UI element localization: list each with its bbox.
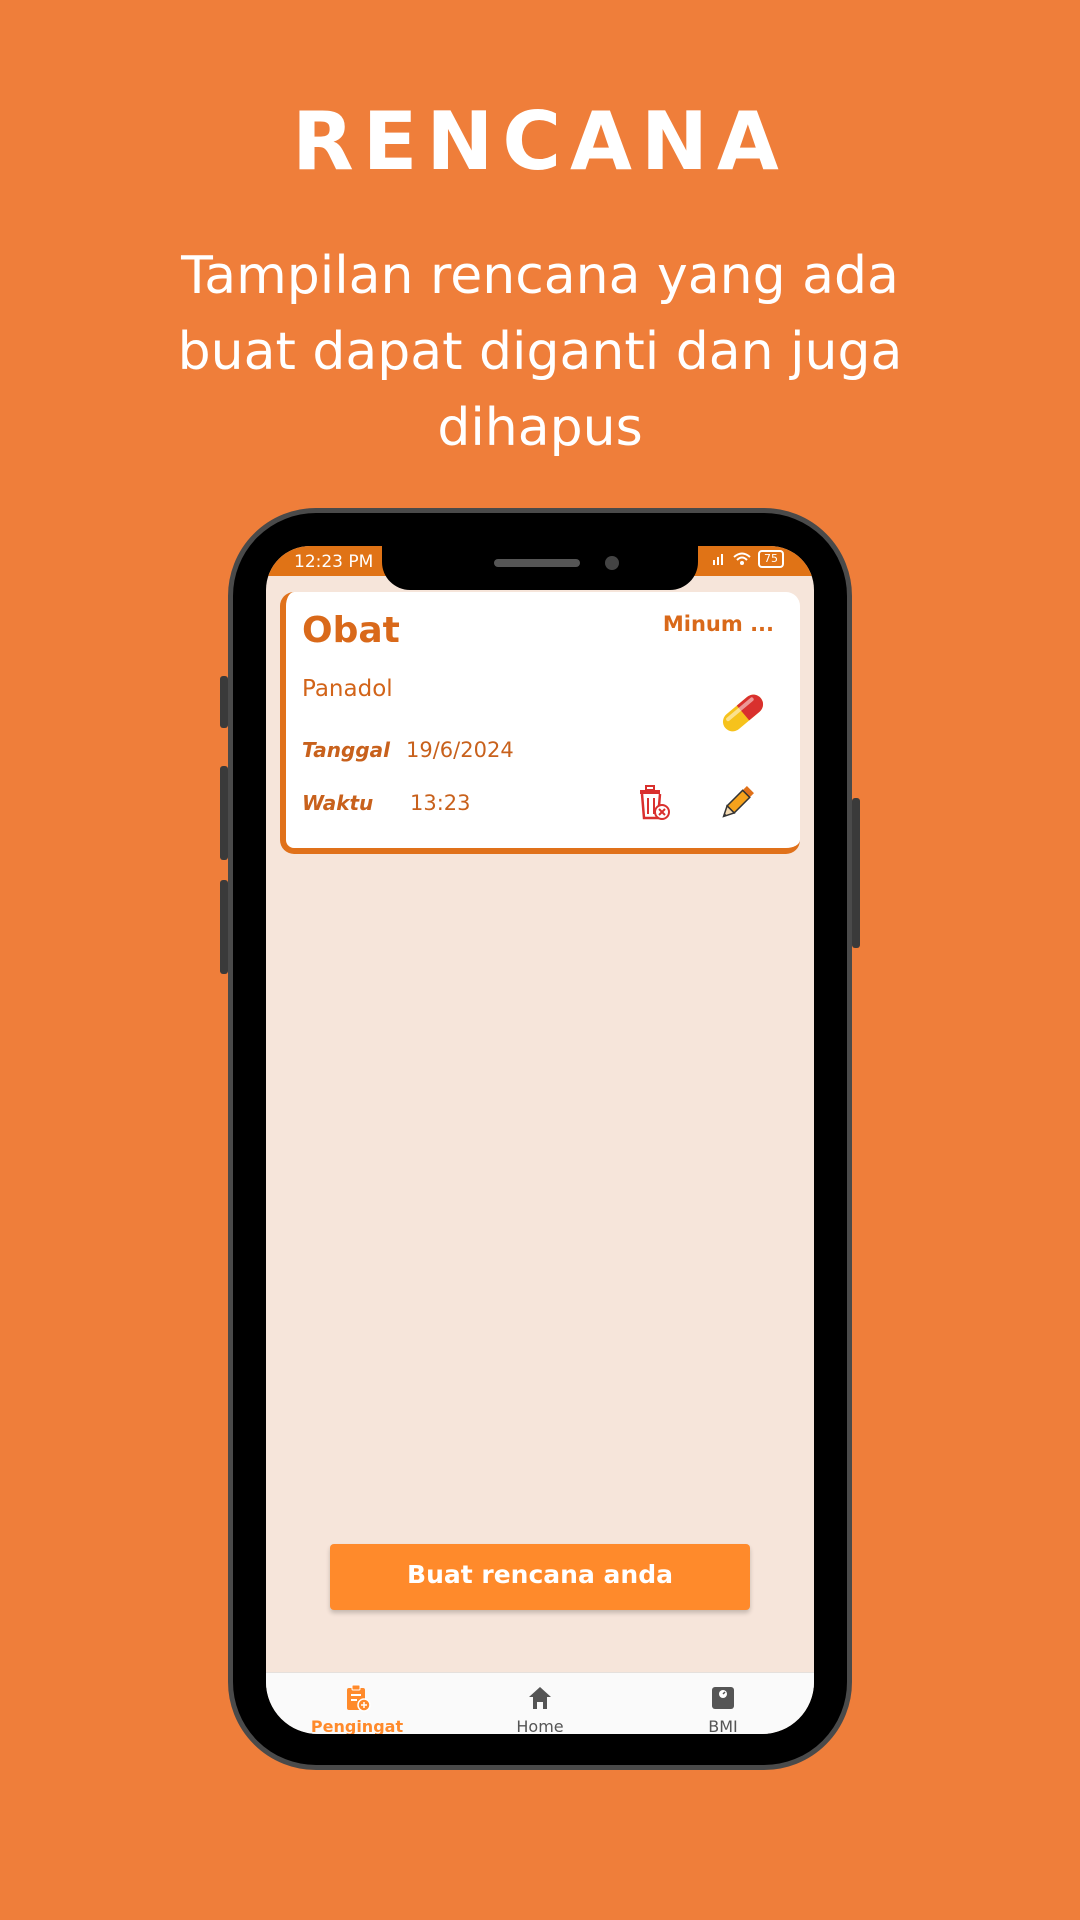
- nav-item-pengingat[interactable]: Pengingat: [277, 1683, 437, 1734]
- nav-label-pengingat: Pengingat: [310, 1717, 404, 1734]
- bottom-nav: Pengingat Home BMI: [266, 1672, 814, 1734]
- promo-subtitle: Tampilan rencana yang ada buat dapat dig…: [177, 246, 903, 458]
- pill-icon: [722, 694, 764, 732]
- clipboard-add-icon: [347, 1684, 371, 1712]
- phone-camera: [605, 556, 619, 570]
- date-label: Tanggal: [302, 738, 390, 762]
- phone-side-button: [220, 880, 228, 974]
- status-icons: 75: [712, 550, 784, 568]
- signal-icon: [713, 554, 723, 565]
- home-icon: [529, 1687, 551, 1709]
- promo-headline: RENCANA: [292, 95, 788, 188]
- nav-label-home: Home: [516, 1717, 564, 1734]
- plan-medicine-name: Panadol: [302, 676, 393, 702]
- nav-item-bmi[interactable]: BMI: [643, 1683, 803, 1734]
- nav-label-bmi: BMI: [708, 1717, 738, 1734]
- create-plan-button[interactable]: Buat rencana anda: [330, 1544, 750, 1610]
- phone-side-button: [220, 766, 228, 860]
- status-time: 12:23 PM: [294, 552, 374, 572]
- pencil-icon[interactable]: [716, 782, 758, 824]
- wifi-icon: [733, 552, 751, 565]
- app-screen: 12:23 PM 75 Obat Minum ... Panadol Tangg…: [266, 546, 814, 1734]
- plan-type: Minum ...: [662, 612, 774, 636]
- plan-card[interactable]: Obat Minum ... Panadol Tanggal 19/6/2024…: [280, 592, 800, 854]
- battery-icon: 75: [758, 550, 784, 568]
- phone-side-button: [852, 798, 860, 948]
- scale-icon: [712, 1687, 734, 1709]
- nav-item-home[interactable]: Home: [460, 1683, 620, 1734]
- phone-notch: [382, 546, 698, 590]
- time-label: Waktu: [302, 791, 374, 815]
- time-value: 13:23: [410, 791, 471, 815]
- trash-icon[interactable]: [632, 782, 674, 824]
- phone-speaker: [494, 559, 580, 567]
- phone-side-button: [220, 676, 228, 728]
- date-value: 19/6/2024: [406, 738, 514, 762]
- plan-title: Obat: [302, 610, 400, 651]
